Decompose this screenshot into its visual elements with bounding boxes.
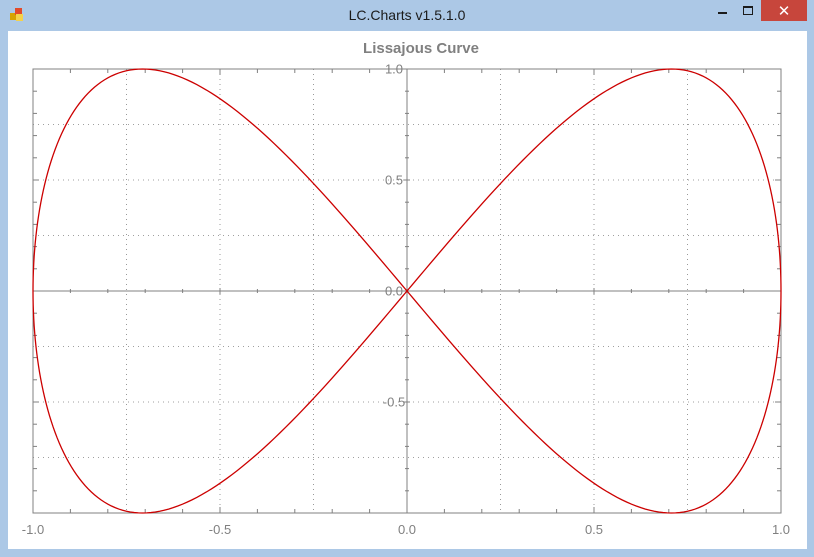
chart-title: Lissajous Curve	[363, 40, 479, 57]
app-window: LC.Charts v1.5.1.0 ✕ Lissajous Curve -1.…	[0, 0, 814, 557]
y-tick-label: 1.0	[385, 62, 403, 77]
window-title: LC.Charts v1.5.1.0	[348, 7, 466, 23]
x-tick-label: -0.5	[209, 522, 231, 537]
minimize-icon	[717, 11, 727, 14]
x-tick-label: -1.0	[22, 522, 44, 537]
x-tick-label: 0.0	[398, 522, 416, 537]
maximize-icon	[743, 6, 753, 15]
x-tick-label: 0.5	[585, 522, 603, 537]
x-tick-label: 1.0	[772, 522, 790, 537]
close-icon: ✕	[777, 2, 791, 20]
chart: Lissajous Curve -1.0 -0.5 0.0 0.5 1.0 -0.5 0.0…	[22, 40, 790, 537]
y-tick-label: -0.5	[383, 395, 405, 410]
y-tick-label: 0.0	[385, 284, 403, 299]
y-tick-label: 0.5	[385, 173, 403, 188]
maximize-button[interactable]	[735, 0, 761, 21]
chart-panel: Lissajous Curve -1.0 -0.5 0.0 0.5 1.0 -0.5 0.0…	[8, 31, 807, 549]
close-button[interactable]: ✕	[761, 0, 807, 21]
minimize-button[interactable]	[709, 0, 735, 21]
title-bar[interactable]: LC.Charts v1.5.1.0 ✕	[0, 0, 814, 31]
